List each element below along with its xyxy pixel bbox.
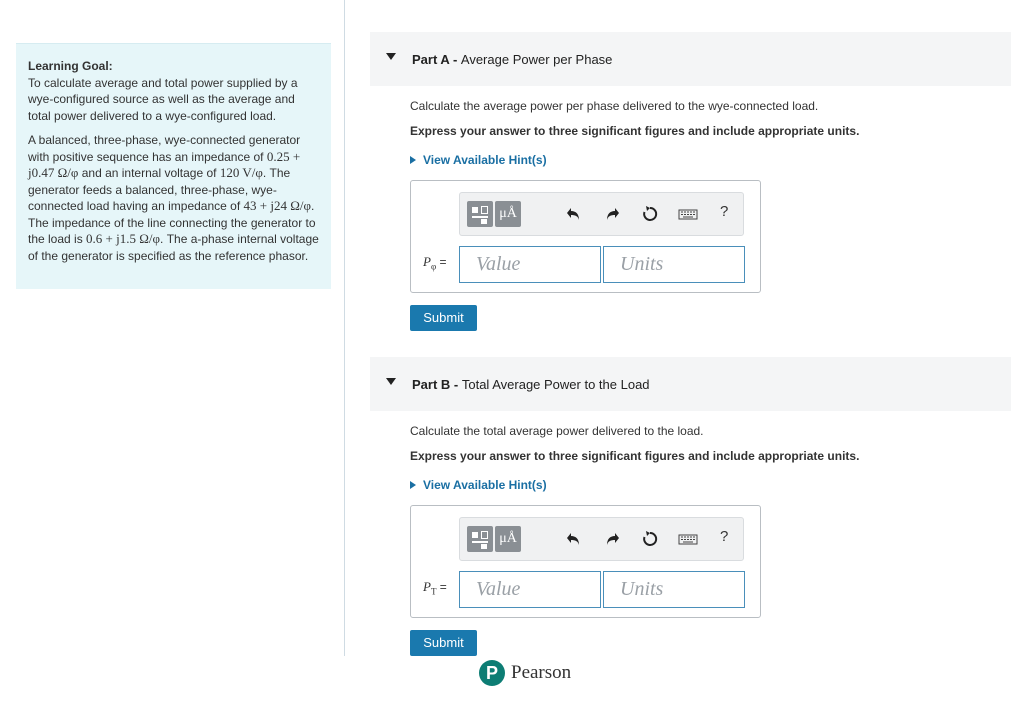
part-a-toolbar: μÅ ? bbox=[459, 192, 744, 236]
part-a-instruction: Calculate the average power per phase de… bbox=[410, 99, 819, 113]
help-icon[interactable]: ? bbox=[720, 203, 728, 220]
column-divider bbox=[344, 0, 345, 656]
caret-right-icon bbox=[410, 481, 416, 489]
part-a-format-instruction: Express your answer to three significant… bbox=[410, 124, 860, 138]
pearson-brand-name: Pearson bbox=[511, 662, 572, 683]
part-b-variable-label: PT = bbox=[423, 579, 447, 597]
part-b-format-instruction: Express your answer to three significant… bbox=[410, 449, 860, 463]
part-b-instruction: Calculate the total average power delive… bbox=[410, 424, 704, 438]
part-b-header[interactable]: Part B - Total Average Power to the Load bbox=[370, 357, 1011, 411]
help-icon[interactable]: ? bbox=[720, 528, 728, 545]
learning-goal-panel: Learning Goal: To calculate average and … bbox=[16, 43, 331, 289]
part-b-submit-button[interactable]: Submit bbox=[410, 630, 477, 656]
part-a-value-input[interactable]: Value bbox=[459, 246, 601, 283]
units-icon[interactable]: μÅ bbox=[495, 526, 521, 552]
part-a-hints-link[interactable]: View Available Hint(s) bbox=[410, 153, 547, 167]
templates-icon[interactable] bbox=[467, 526, 493, 552]
learning-goal-intro: To calculate average and total power sup… bbox=[28, 75, 298, 123]
problem-statement: A balanced, three-phase, wye-connected g… bbox=[28, 132, 319, 264]
reset-icon[interactable] bbox=[641, 205, 659, 223]
line-impedance: 0.6 + j1.5 Ω/φ bbox=[86, 231, 161, 246]
undo-icon[interactable] bbox=[565, 205, 583, 223]
part-b-units-input[interactable]: Units bbox=[603, 571, 745, 608]
keyboard-icon[interactable] bbox=[678, 205, 698, 223]
collapse-triangle-icon[interactable] bbox=[386, 53, 396, 60]
caret-right-icon bbox=[410, 156, 416, 164]
part-a-variable-label: Pφ = bbox=[423, 254, 447, 272]
undo-icon[interactable] bbox=[565, 530, 583, 548]
part-a-units-input[interactable]: Units bbox=[603, 246, 745, 283]
part-b-value-input[interactable]: Value bbox=[459, 571, 601, 608]
pearson-logo: P Pearson bbox=[479, 659, 571, 687]
templates-icon[interactable] bbox=[467, 201, 493, 227]
pearson-p-icon: P bbox=[479, 660, 505, 686]
redo-icon[interactable] bbox=[603, 205, 621, 223]
redo-icon[interactable] bbox=[603, 530, 621, 548]
problem-text: and an internal voltage of bbox=[78, 166, 220, 180]
part-b-hints-link[interactable]: View Available Hint(s) bbox=[410, 478, 547, 492]
reset-icon[interactable] bbox=[641, 530, 659, 548]
learning-goal-title: Learning Goal: bbox=[28, 59, 113, 73]
part-a-header[interactable]: Part A - Average Power per Phase bbox=[370, 32, 1011, 86]
part-b-toolbar: μÅ ? bbox=[459, 517, 744, 561]
problem-text: A balanced, three-phase, wye-connected g… bbox=[28, 133, 301, 164]
part-b-answer-box: μÅ ? PT = Value Units bbox=[410, 505, 761, 618]
part-a-title: Part A - Average Power per Phase bbox=[412, 51, 613, 67]
internal-voltage: 120 V/φ bbox=[219, 165, 263, 180]
part-a-answer-box: μÅ ? Pφ = Value Units bbox=[410, 180, 761, 293]
keyboard-icon[interactable] bbox=[678, 530, 698, 548]
collapse-triangle-icon[interactable] bbox=[386, 378, 396, 385]
part-b-title: Part B - Total Average Power to the Load bbox=[412, 376, 650, 392]
load-impedance: 43 + j24 Ω/φ bbox=[243, 198, 311, 213]
units-icon[interactable]: μÅ bbox=[495, 201, 521, 227]
part-a-submit-button[interactable]: Submit bbox=[410, 305, 477, 331]
